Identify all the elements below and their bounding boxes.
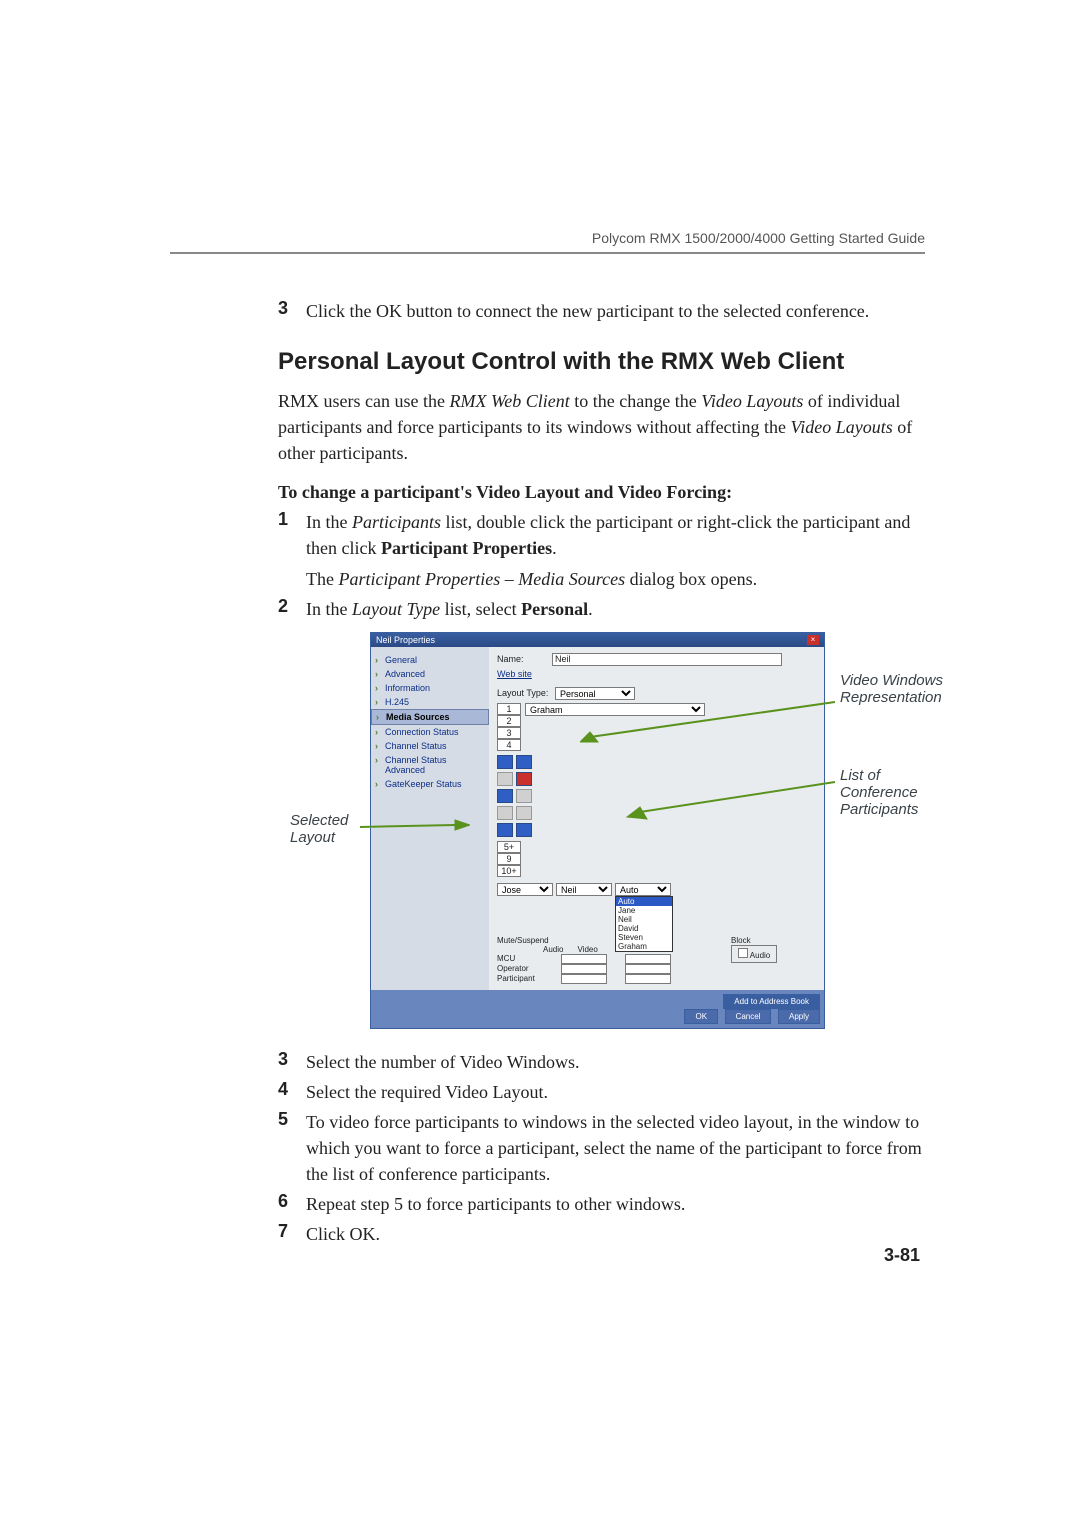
website-link[interactable]: Web site: [497, 669, 532, 679]
layout-icon-grid: [497, 755, 539, 837]
nav-item[interactable]: Connection Status: [371, 725, 489, 739]
layout-icon[interactable]: [497, 755, 513, 769]
nav-item-selected[interactable]: Media Sources: [371, 709, 489, 725]
step-2: 2 In the Layout Type list, select Person…: [278, 596, 925, 622]
nav-item[interactable]: General: [371, 653, 489, 667]
close-icon[interactable]: ×: [807, 635, 819, 645]
force-select-3[interactable]: Auto: [615, 883, 671, 896]
callout-list-participants: List of Conference Participants: [840, 767, 960, 818]
step-text: Click the OK button to connect the new p…: [306, 298, 869, 324]
callout-selected-layout: Selected Layout: [290, 812, 370, 846]
running-header: Polycom RMX 1500/2000/4000 Getting Start…: [170, 230, 925, 254]
step-6: 6 Repeat step 5 to force participants to…: [278, 1191, 925, 1217]
step-num: 1: [278, 509, 306, 561]
step-text: Repeat step 5 to force participants to o…: [306, 1191, 685, 1217]
win-count[interactable]: 1: [497, 703, 521, 715]
block-audio-label: Audio: [750, 951, 770, 960]
layout-type-label: Layout Type:: [497, 688, 555, 698]
participant-dropdown[interactable]: Auto Jane Neil David Steven Graham: [615, 896, 673, 952]
nav-item[interactable]: GateKeeper Status: [371, 777, 489, 791]
step-num: 4: [278, 1079, 306, 1105]
checkbox[interactable]: [625, 974, 671, 984]
step-3: 3 Select the number of Video Windows.: [278, 1049, 925, 1075]
step-text: To video force participants to windows i…: [306, 1109, 925, 1187]
nav-item[interactable]: Channel Status: [371, 739, 489, 753]
dialog-title-text: Neil Properties: [376, 635, 435, 645]
step-num: 7: [278, 1221, 306, 1247]
arrow-icon: [625, 762, 840, 822]
name-label: Name:: [497, 654, 552, 664]
layout-icon[interactable]: [497, 772, 513, 786]
win-count[interactable]: 5+: [497, 841, 521, 853]
layout-icon[interactable]: [516, 789, 532, 803]
section-heading: Personal Layout Control with the RMX Web…: [278, 348, 925, 376]
row-participant: Participant: [497, 974, 543, 983]
step-text: Select the number of Video Windows.: [306, 1049, 579, 1075]
name-input[interactable]: Neil: [552, 653, 782, 666]
step-1: 1 In the Participants list, double click…: [278, 509, 925, 561]
step-num: 2: [278, 596, 306, 622]
col-audio: Audio: [543, 945, 563, 954]
step-4: 4 Select the required Video Layout.: [278, 1079, 925, 1105]
step-num: [278, 566, 306, 592]
step-num: 5: [278, 1109, 306, 1187]
nav-item[interactable]: Information: [371, 681, 489, 695]
step-7: 7 Click OK.: [278, 1221, 925, 1247]
layout-icon[interactable]: [516, 755, 532, 769]
add-address-book-button[interactable]: Add to Address Book: [723, 994, 820, 1009]
step-text: The Participant Properties – Media Sourc…: [306, 566, 757, 592]
step-text: Click OK.: [306, 1221, 380, 1247]
force-select-2[interactable]: Neil: [556, 883, 612, 896]
layout-icon[interactable]: [497, 789, 513, 803]
block-header: Block: [731, 936, 777, 945]
dialog-footer: Add to Address Book OK Cancel Apply: [371, 990, 824, 1028]
arrow-icon: [360, 817, 470, 837]
ok-button[interactable]: OK: [684, 1009, 718, 1024]
win-count[interactable]: 2: [497, 715, 521, 727]
force-select-1[interactable]: Jose: [497, 883, 553, 896]
step-num: 3: [278, 298, 306, 324]
dialog-figure: Neil Properties × General Advanced Infor…: [370, 632, 960, 1029]
callout-video-windows: Video Windows Representation: [840, 672, 970, 706]
layout-icon[interactable]: [497, 823, 513, 837]
procedure-lead: To change a participant's Video Layout a…: [278, 482, 925, 503]
intro-paragraph: RMX users can use the RMX Web Client to …: [278, 388, 925, 466]
checkbox[interactable]: [561, 974, 607, 984]
layout-icon[interactable]: [497, 806, 513, 820]
arrow-icon: [580, 697, 840, 747]
step-text: In the Layout Type list, select Personal…: [306, 596, 593, 622]
step-num: 6: [278, 1191, 306, 1217]
checkbox[interactable]: [625, 964, 671, 974]
step-1-result: The Participant Properties – Media Sourc…: [278, 566, 925, 592]
step-text: In the Participants list, double click t…: [306, 509, 925, 561]
dialog-titlebar: Neil Properties ×: [371, 633, 824, 647]
nav-item[interactable]: H.245: [371, 695, 489, 709]
row-operator: Operator: [497, 964, 543, 973]
step-text: Select the required Video Layout.: [306, 1079, 548, 1105]
checkbox[interactable]: [561, 954, 607, 964]
win-count[interactable]: 4: [497, 739, 521, 751]
win-count[interactable]: 10+: [497, 865, 521, 877]
col-video: Video: [577, 945, 597, 954]
checkbox[interactable]: [625, 954, 671, 964]
row-mcu: MCU: [497, 954, 543, 963]
cancel-button[interactable]: Cancel: [725, 1009, 772, 1024]
step-3-intro: 3 Click the OK button to connect the new…: [278, 298, 925, 324]
nav-item[interactable]: Channel Status Advanced: [371, 753, 489, 777]
apply-button[interactable]: Apply: [778, 1009, 820, 1024]
layout-icon[interactable]: [516, 806, 532, 820]
step-5: 5 To video force participants to windows…: [278, 1109, 925, 1187]
layout-icon-selected[interactable]: [516, 772, 532, 786]
win-count[interactable]: 3: [497, 727, 521, 739]
win-count[interactable]: 9: [497, 853, 521, 865]
layout-icon[interactable]: [516, 823, 532, 837]
page-number: 3-81: [884, 1245, 920, 1266]
nav-item[interactable]: Advanced: [371, 667, 489, 681]
checkbox[interactable]: [738, 948, 748, 958]
step-num: 3: [278, 1049, 306, 1075]
checkbox[interactable]: [561, 964, 607, 974]
